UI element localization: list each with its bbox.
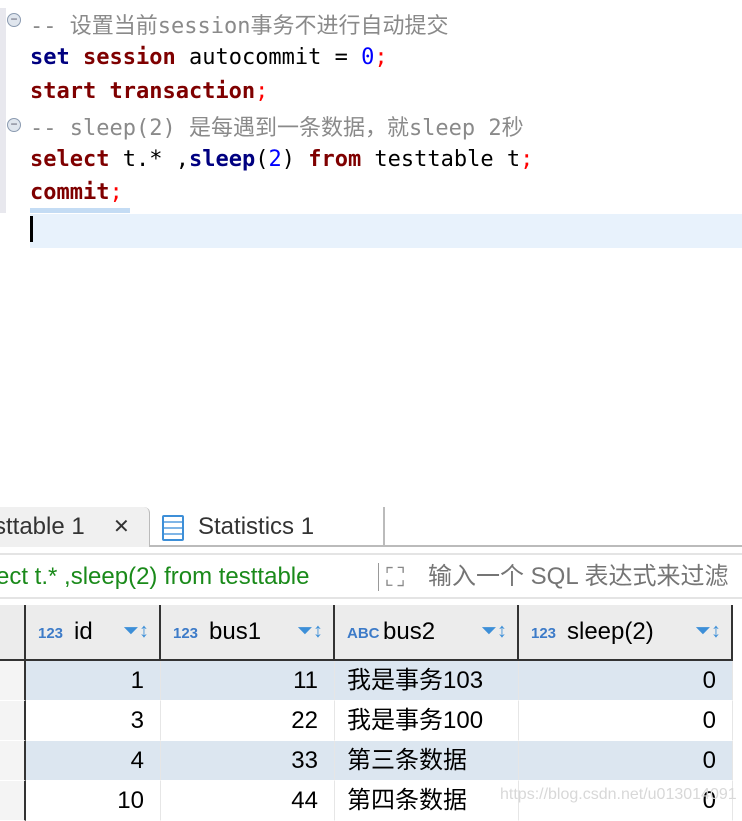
current-line-highlight [30, 214, 742, 248]
row-number-header [0, 605, 26, 661]
tab-label: sttable 1 [0, 513, 85, 540]
row-number-cell[interactable] [0, 781, 26, 821]
filter-sort-icon[interactable]: ⏷↕ [481, 619, 507, 643]
column-label: id [74, 618, 93, 645]
column-label: sleep(2) [567, 618, 654, 645]
filter-sort-icon[interactable]: ⏷↕ [297, 619, 323, 643]
row-number-cell[interactable] [0, 661, 26, 701]
type-icon: 123 [531, 625, 557, 642]
filter-sort-icon[interactable]: ⏷↕ [695, 619, 721, 643]
table-cell[interactable]: 10 [26, 781, 161, 821]
query-text: ect t.* ,sleep(2) from testtable [0, 563, 310, 590]
code-line-6: commit; [30, 180, 123, 205]
table-cell[interactable]: 1 [26, 661, 161, 701]
filter-sort-icon[interactable]: ⏷↕ [123, 619, 149, 643]
code-comment-1: -- 设置当前session事务不进行自动提交 [30, 14, 449, 39]
type-icon: 123 [173, 625, 199, 642]
table-cell[interactable]: 44 [161, 781, 335, 821]
table-cell[interactable]: 第四条数据 [335, 781, 519, 821]
table-grid-icon [162, 515, 184, 541]
column-header-0[interactable]: 123 id ⏷↕ [26, 605, 161, 661]
tab-statistics[interactable]: Statistics 1 [152, 507, 385, 547]
code-line-5: select t.* ,sleep(2) from testtable t; [30, 147, 534, 172]
code-line-2: set session autocommit = 0; [30, 45, 388, 70]
column-label: bus1 [209, 618, 262, 645]
text-caret [30, 216, 33, 242]
tab-label: Statistics 1 [198, 513, 315, 540]
row-number-cell[interactable] [0, 741, 26, 781]
column-header-2[interactable]: ABC bus2 ⏷↕ [335, 605, 519, 661]
table-cell[interactable]: 11 [161, 661, 335, 701]
table-cell[interactable]: 我是事务100 [335, 701, 519, 741]
sql-editor[interactable]: − -- 设置当前session事务不进行自动提交 set session au… [0, 0, 742, 500]
type-icon: 123 [38, 625, 64, 642]
table-cell[interactable]: 22 [161, 701, 335, 741]
fold-collapse-icon[interactable]: − [7, 118, 21, 132]
table-cell[interactable]: 0 [519, 741, 733, 781]
bracket-highlight [30, 208, 130, 213]
table-cell[interactable]: 0 [519, 661, 733, 701]
fold-collapse-icon[interactable]: − [7, 13, 21, 27]
table-cell[interactable]: 4 [26, 741, 161, 781]
table-cell[interactable]: 第三条数据 [335, 741, 519, 781]
table-cell[interactable]: 3 [26, 701, 161, 741]
column-label: bus2 [383, 618, 436, 645]
editor-gutter [0, 8, 6, 213]
column-header-1[interactable]: 123 bus1 ⏷↕ [161, 605, 335, 661]
table-cell[interactable]: 我是事务103 [335, 661, 519, 701]
filter-input[interactable] [428, 559, 742, 595]
result-tabs: sttable 1 ✕ Statistics 1 [0, 505, 742, 547]
close-icon[interactable]: ✕ [113, 507, 130, 547]
code-line-3: start transaction; [30, 79, 269, 104]
column-header-3[interactable]: 123 sleep(2) ⏷↕ [519, 605, 733, 661]
filter-bar: ect t.* ,sleep(2) from testtable ⛶ [0, 553, 742, 599]
watermark: https://blog.csdn.net/u013014091 [500, 786, 737, 803]
type-icon: ABC [347, 625, 380, 642]
code-comment-2: -- sleep(2) 是每遇到一条数据，就sleep 2秒 [30, 116, 524, 141]
table-cell[interactable]: 33 [161, 741, 335, 781]
divider [378, 563, 379, 591]
expand-icon[interactable]: ⛶ [386, 555, 404, 597]
tab-testtable[interactable]: sttable 1 ✕ [0, 507, 150, 547]
row-number-cell[interactable] [0, 701, 26, 741]
table-cell[interactable]: 0 [519, 701, 733, 741]
